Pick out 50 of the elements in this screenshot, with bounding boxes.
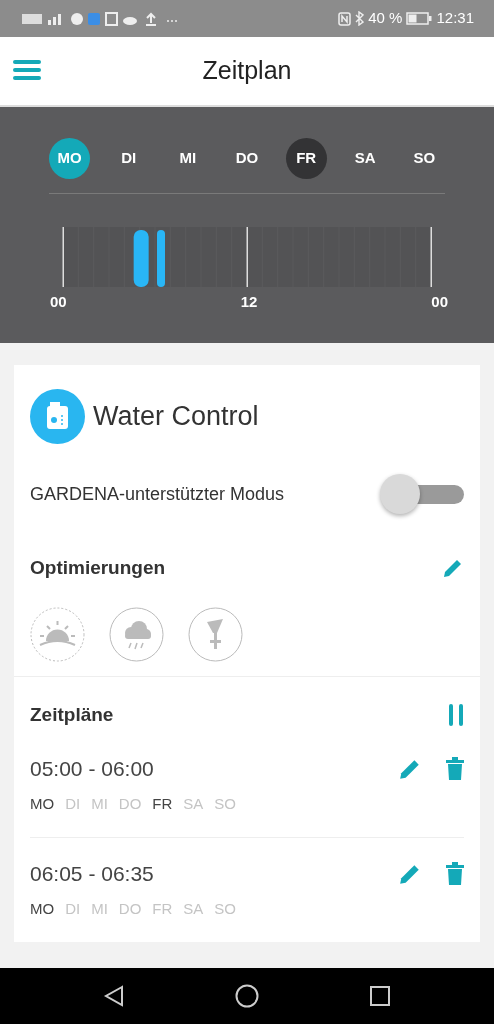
schedule-day: FR <box>152 792 173 815</box>
schedule-time: 06:05 - 06:35 <box>30 861 155 887</box>
schedule-day: MO <box>30 897 55 920</box>
schedule-day: MO <box>30 792 55 815</box>
delete-icon[interactable] <box>446 862 464 886</box>
edit-icon[interactable] <box>442 557 464 580</box>
pause-icon[interactable] <box>448 703 464 726</box>
clock-time: 12:31 <box>436 8 474 29</box>
day-tab[interactable]: DO <box>226 138 268 179</box>
schedule-time: 05:00 - 06:00 <box>30 756 155 782</box>
sun-icon <box>30 606 85 662</box>
day-tab[interactable]: FR <box>285 138 327 179</box>
mode-label: GARDENA-unterstützter Modus <box>30 482 285 506</box>
day-tab[interactable]: SA <box>344 138 386 179</box>
day-tab[interactable]: SO <box>403 138 445 179</box>
device-name: Water Control <box>93 400 259 434</box>
schedule-day: SA <box>183 897 204 920</box>
hour-label: 12 <box>240 292 258 312</box>
edit-icon[interactable] <box>398 862 422 886</box>
schedule-day: FR <box>152 897 173 920</box>
device-icon <box>30 389 85 444</box>
home-icon[interactable] <box>235 984 259 1008</box>
recents-icon[interactable] <box>369 985 391 1007</box>
battery-icon <box>406 12 433 25</box>
schedule-day: SO <box>214 792 237 815</box>
rain-cloud-icon <box>109 606 164 662</box>
nfc-icon <box>338 11 352 26</box>
schedule-day: DI <box>65 792 81 815</box>
schedule-day: MI <box>91 897 108 920</box>
schedule-day: MI <box>91 792 108 815</box>
schedule-day: SA <box>183 792 204 815</box>
schedule-day: DO <box>118 897 142 920</box>
section-title: Optimierungen <box>30 556 166 580</box>
hour-label: 00 <box>431 292 448 312</box>
day-tab[interactable]: MI <box>167 138 209 179</box>
menu-icon[interactable] <box>13 59 41 81</box>
sprinkler-icon <box>188 606 243 662</box>
page-title: Zeitplan <box>202 55 292 87</box>
back-icon[interactable] <box>103 985 125 1007</box>
schedule-day: DI <box>65 897 81 920</box>
schedule-day: SO <box>214 897 237 920</box>
section-title: Zeitpläne <box>30 702 114 727</box>
day-tab[interactable]: DI <box>108 138 150 179</box>
edit-icon[interactable] <box>398 757 422 781</box>
battery-percent: 40 % <box>368 8 403 29</box>
mode-toggle[interactable] <box>380 472 464 516</box>
delete-icon[interactable] <box>446 757 464 781</box>
hour-label: 00 <box>50 292 67 312</box>
bluetooth-icon <box>355 11 365 26</box>
schedule-day: DO <box>118 792 142 815</box>
